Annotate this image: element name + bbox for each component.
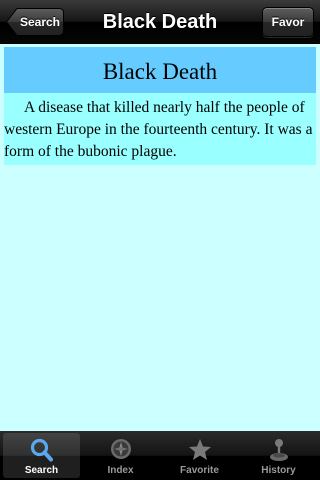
- tab-favorite-label: Favorite: [180, 465, 219, 476]
- tab-favorite[interactable]: Favorite: [161, 433, 238, 478]
- article-body: A disease that killed nearly half the pe…: [4, 99, 313, 160]
- article-card: Black Death A disease that killed nearly…: [4, 47, 316, 165]
- favorite-button[interactable]: Favor: [262, 7, 314, 37]
- search-icon: [30, 438, 53, 462]
- tab-bar: Search Index Favorite History: [0, 431, 320, 480]
- article-title: Black Death: [4, 47, 316, 93]
- tab-search[interactable]: Search: [3, 433, 80, 478]
- tab-index-label: Index: [107, 465, 134, 476]
- page-title: Black Death: [102, 11, 218, 33]
- tab-index[interactable]: Index: [82, 433, 159, 478]
- article-view[interactable]: Black Death A disease that killed nearly…: [0, 45, 320, 431]
- navigation-bar: Search Black Death Favor: [0, 0, 320, 44]
- back-button-label: Search: [19, 15, 61, 29]
- star-icon: [188, 439, 211, 460]
- tab-search-label: Search: [24, 465, 59, 476]
- back-button[interactable]: Search: [5, 7, 65, 37]
- tab-history-label: History: [261, 465, 296, 476]
- compass-icon: [110, 439, 131, 459]
- tab-history[interactable]: History: [240, 433, 317, 478]
- joystick-icon: [269, 439, 288, 461]
